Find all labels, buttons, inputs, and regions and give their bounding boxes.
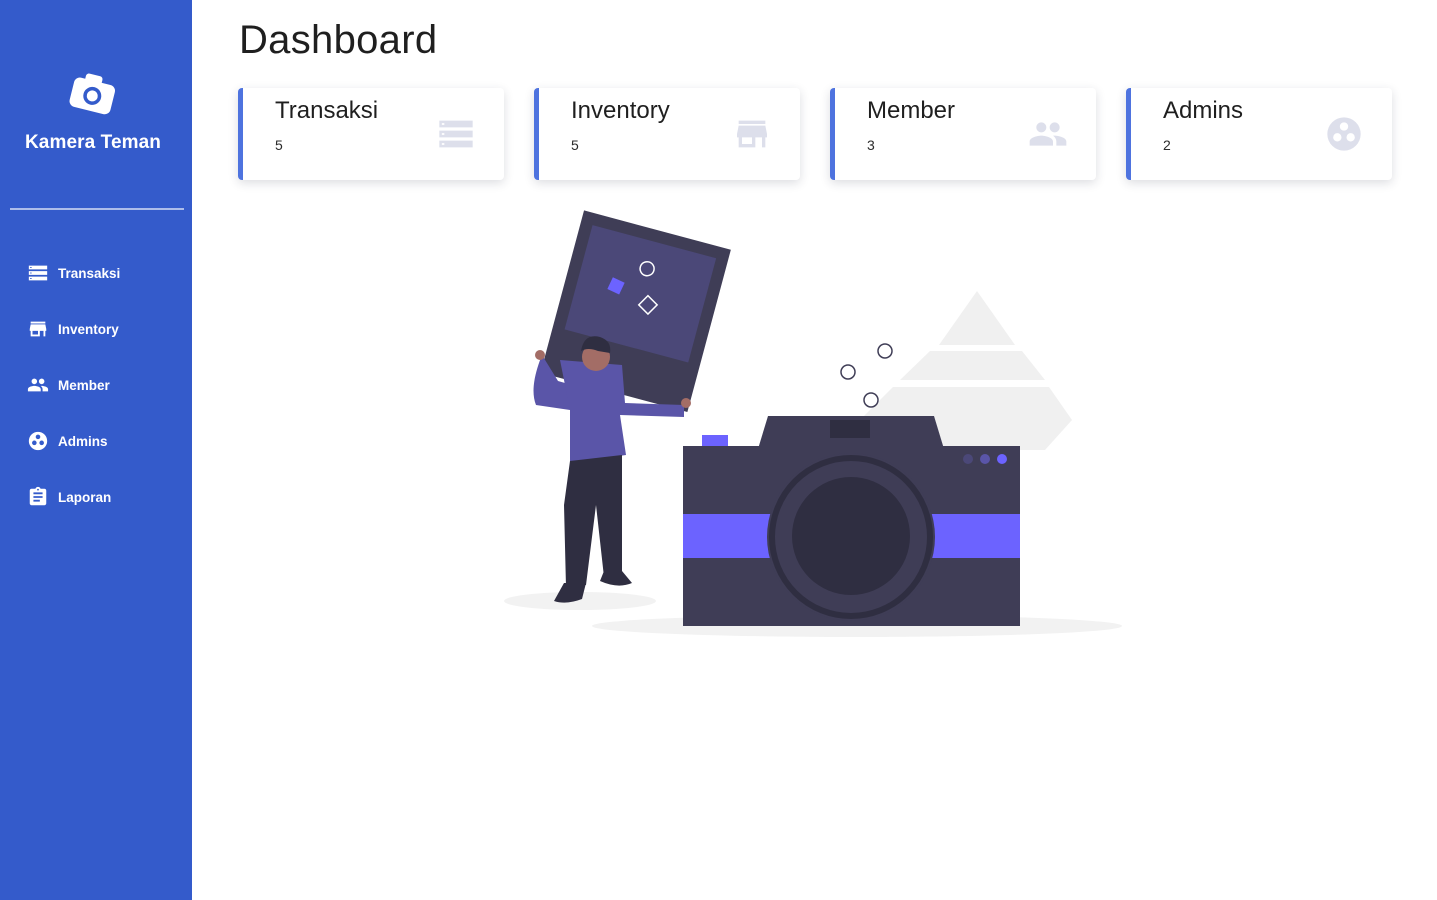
sidebar-item-transaksi[interactable]: Transaksi — [0, 245, 192, 301]
sidebar-divider — [10, 208, 184, 210]
camera-logo-icon — [69, 73, 116, 115]
brand[interactable]: Kamera Teman — [0, 70, 186, 154]
people-icon — [1029, 122, 1067, 146]
page-title: Dashboard — [239, 18, 438, 62]
people-icon — [27, 378, 49, 392]
card-admins[interactable]: Admins 2 — [1126, 88, 1392, 180]
sidebar: Kamera Teman Transaksi Inventory Member — [0, 0, 192, 900]
camera-illustration — [504, 210, 1122, 637]
sidebar-item-member[interactable]: Member — [0, 357, 192, 413]
card-transaksi[interactable]: Transaksi 5 — [238, 88, 504, 180]
sidebar-item-label: Member — [58, 377, 110, 393]
card-inventory[interactable]: Inventory 5 — [534, 88, 800, 180]
sidebar-item-admins[interactable]: Admins — [0, 413, 192, 469]
sidebar-item-label: Transaksi — [58, 265, 121, 281]
camera — [683, 416, 1020, 626]
sidebar-item-label: Laporan — [58, 489, 112, 505]
card-value: 2 — [1163, 137, 1171, 153]
card-title: Member — [867, 97, 956, 124]
store-icon — [737, 120, 767, 148]
clipboard-icon — [29, 486, 47, 506]
list-icon — [439, 120, 473, 148]
sidebar-nav: Transaksi Inventory Member Admins Lapora… — [0, 245, 192, 525]
card-title: Transaksi — [275, 97, 379, 124]
main-content: Dashboard Transaksi 5 Inventory 5 Member… — [192, 0, 1437, 900]
card-title: Inventory — [571, 97, 670, 124]
group-icon — [28, 431, 48, 451]
card-member[interactable]: Member 3 — [830, 88, 1096, 180]
card-value: 5 — [275, 137, 283, 153]
card-title: Admins — [1163, 97, 1244, 124]
brand-name: Kamera Teman — [24, 132, 162, 153]
sidebar-item-label: Inventory — [58, 321, 119, 337]
card-value: 5 — [571, 137, 579, 153]
card-value: 3 — [867, 137, 875, 153]
store-icon — [29, 321, 47, 337]
sidebar-item-laporan[interactable]: Laporan — [0, 469, 192, 525]
sidebar-item-label: Admins — [58, 433, 108, 449]
group-icon — [1327, 117, 1361, 151]
sidebar-item-inventory[interactable]: Inventory — [0, 301, 192, 357]
list-icon — [28, 265, 48, 281]
